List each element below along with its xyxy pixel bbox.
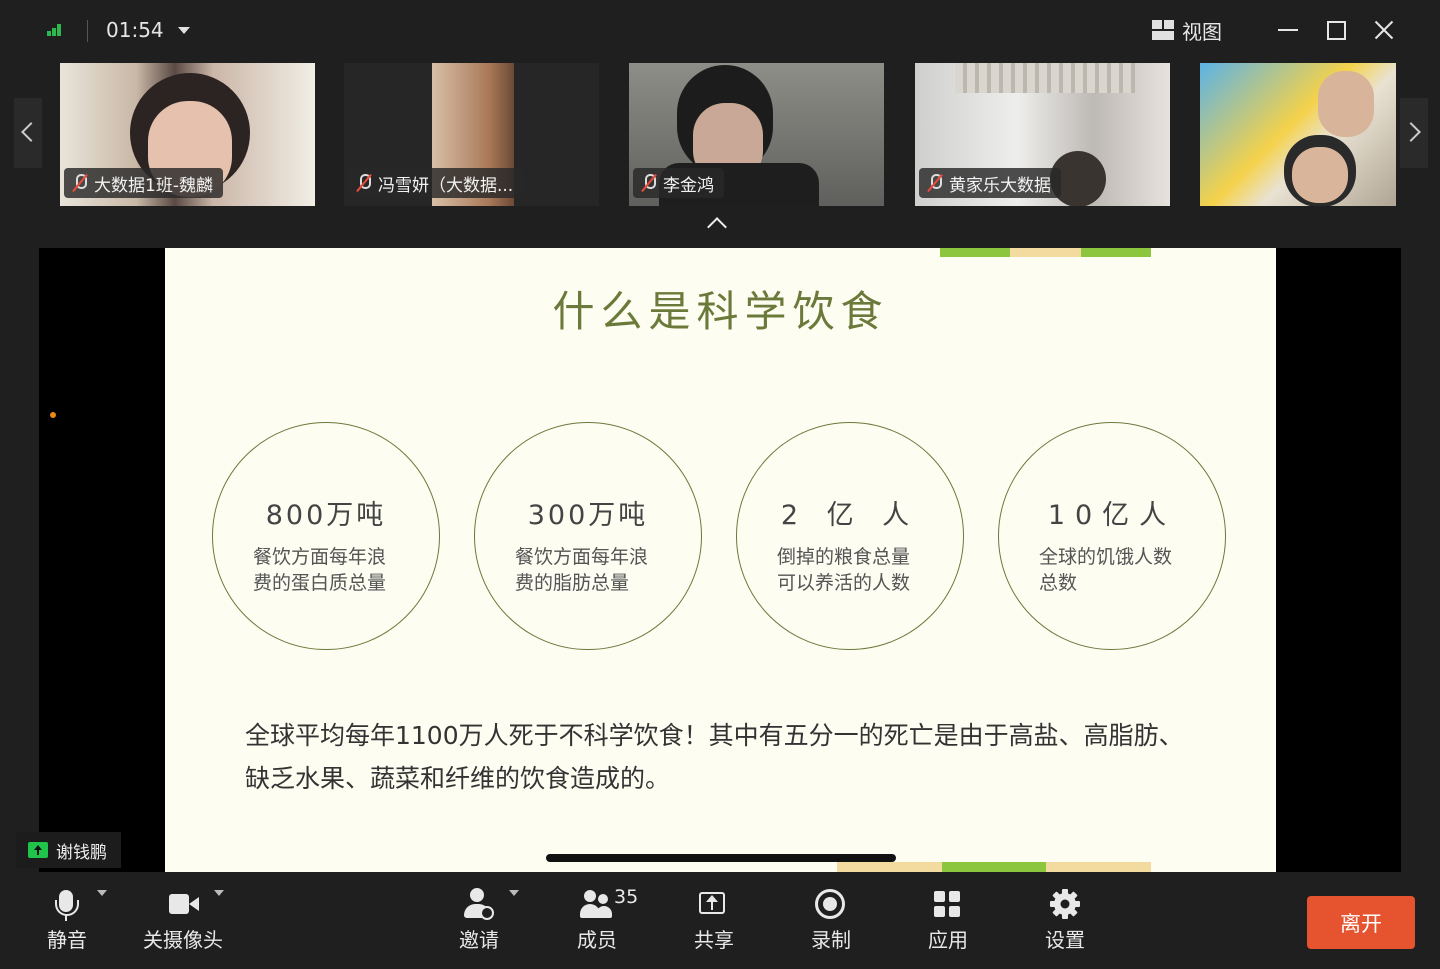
stat-circle: 300万吨 餐饮方面每年浪费的脂肪总量	[474, 422, 702, 650]
maximize-icon	[1327, 21, 1346, 40]
meeting-toolbar: 静音 关摄像头 邀请 35 成员 共享 录制 应用 设置 离开	[0, 872, 1440, 969]
participant-name-tag: 冯雪妍（大数据...	[348, 168, 524, 198]
members-button[interactable]: 35 成员	[552, 886, 642, 953]
stat-description: 全球的饥饿人数总数	[1039, 546, 1173, 594]
apps-grid-icon	[903, 886, 993, 922]
mic-muted-icon	[641, 173, 657, 193]
scroll-left-button[interactable]	[14, 98, 42, 168]
participant-name-tag: 黄家乐大数据	[919, 168, 1061, 198]
meeting-timer: 01:54	[106, 18, 164, 42]
minimize-button[interactable]	[1274, 16, 1302, 44]
chevron-down-icon[interactable]	[178, 27, 190, 34]
stat-description: 餐饮方面每年浪费的蛋白质总量	[253, 546, 387, 594]
close-icon	[1372, 18, 1396, 42]
participant-video-tile[interactable]: 冯雪妍（大数据...	[344, 63, 599, 206]
close-button[interactable]	[1370, 16, 1398, 44]
chevron-down-icon[interactable]	[214, 890, 224, 896]
leave-button[interactable]: 离开	[1307, 896, 1415, 949]
scroll-right-button[interactable]	[1400, 98, 1428, 168]
participant-video-tile[interactable]: 黄家乐大数据	[915, 63, 1170, 206]
pointer-dot	[50, 412, 56, 418]
participant-video-tile[interactable]: 李金鸿	[629, 63, 884, 206]
gear-icon	[1020, 886, 1110, 922]
slide-summary: 全球平均每年1100万人死于不科学饮食！其中有五分一的死亡是由于高盐、高脂肪、缺…	[245, 721, 1184, 793]
participant-video-tile[interactable]: 大数据1班-魏麟	[60, 63, 315, 206]
share-button[interactable]: 共享	[669, 886, 759, 953]
invite-button[interactable]: 邀请	[434, 886, 524, 953]
participant-name-tag: 李金鸿	[633, 168, 724, 198]
slide-title: 什么是科学饮食	[552, 287, 889, 336]
presentation-slide: 什么是科学饮食 800万吨 餐饮方面每年浪费的蛋白质总量 300万吨 餐饮方面每…	[165, 248, 1276, 872]
chevron-right-icon	[1401, 122, 1421, 142]
stat-value: 800万吨	[265, 500, 387, 531]
mic-muted-icon	[927, 173, 943, 193]
camera-button[interactable]: 关摄像头	[138, 886, 228, 953]
maximize-button[interactable]	[1322, 16, 1350, 44]
record-button[interactable]: 录制	[786, 886, 876, 953]
screen-share-icon	[28, 842, 48, 858]
mic-muted-icon	[356, 173, 372, 193]
stat-circle: 800万吨 餐饮方面每年浪费的蛋白质总量	[212, 422, 440, 650]
collapse-strip-icon[interactable]	[707, 217, 727, 237]
participant-name-tag: 大数据1班-魏麟	[64, 168, 223, 198]
record-icon	[786, 886, 876, 922]
title-bar: 01:54 视图	[0, 0, 1440, 60]
participant-video-tile[interactable]	[1200, 63, 1396, 206]
stat-value: 10亿人	[1047, 500, 1177, 531]
divider	[87, 20, 88, 42]
stat-circle: 10亿人 全球的饥饿人数总数	[998, 422, 1226, 650]
slide-decoration	[940, 248, 1151, 257]
chevron-down-icon[interactable]	[509, 890, 519, 896]
signal-strength-icon[interactable]	[47, 24, 65, 36]
chevron-down-icon[interactable]	[97, 890, 107, 896]
members-icon: 35	[552, 886, 642, 922]
slide-decoration	[837, 862, 1152, 872]
chevron-left-icon	[21, 122, 41, 142]
apps-button[interactable]: 应用	[903, 886, 993, 953]
stat-circle: 2 亿 人 倒掉的粮食总量可以养活的人数	[736, 422, 964, 650]
stat-description: 倒掉的粮食总量可以养活的人数	[777, 546, 911, 594]
stat-value: 300万吨	[527, 500, 649, 531]
member-count: 35	[614, 886, 639, 908]
mic-muted-icon	[72, 173, 88, 193]
slide-scrollbar[interactable]	[546, 854, 896, 862]
grid-view-icon	[1152, 20, 1174, 40]
presenter-tag: 谢钱鹏	[16, 832, 121, 868]
stat-value: 2 亿 人	[780, 500, 920, 531]
stat-description: 餐饮方面每年浪费的脂肪总量	[515, 546, 649, 594]
participant-strip: 大数据1班-魏麟 冯雪妍（大数据... 李金鸿 黄家乐大数据	[0, 60, 1440, 242]
settings-button[interactable]: 设置	[1020, 886, 1110, 953]
view-label: 视图	[1182, 19, 1222, 44]
share-screen-icon	[669, 886, 759, 922]
mute-button[interactable]: 静音	[22, 886, 112, 953]
minimize-icon	[1278, 29, 1298, 31]
view-button[interactable]: 视图	[1152, 16, 1222, 44]
